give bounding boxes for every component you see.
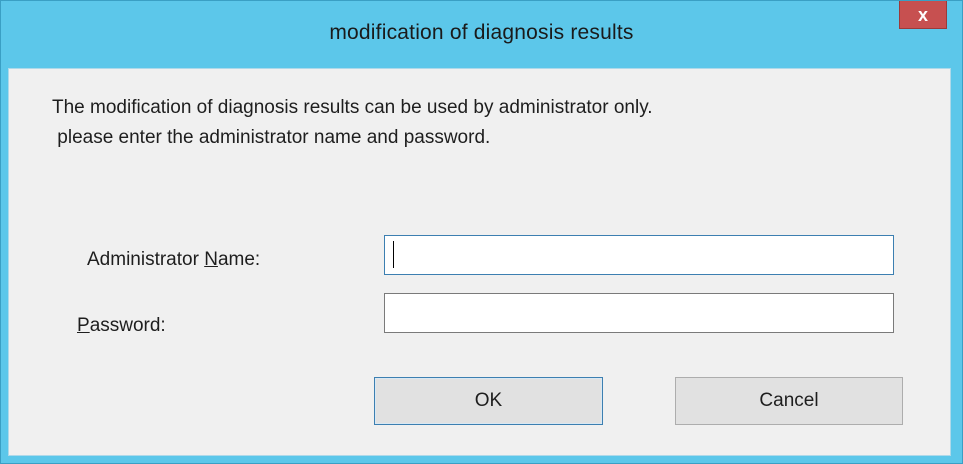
password-label-suffix: assword: — [89, 315, 166, 336]
close-icon: x — [917, 4, 928, 25]
password-label-mnemonic: P — [77, 315, 90, 336]
cancel-button[interactable]: Cancel — [675, 377, 903, 425]
administrator-name-input[interactable] — [384, 235, 894, 275]
password-label: Password: — [77, 315, 166, 337]
administrator-name-label-prefix: Administrator — [87, 249, 205, 270]
title-bar[interactable]: modification of diagnosis results x — [1, 1, 962, 44]
administrator-name-label-suffix: ame: — [217, 249, 261, 270]
close-button[interactable]: x — [899, 1, 947, 29]
administrator-name-label: Administrator Name: — [87, 249, 260, 271]
administrator-name-label-mnemonic: N — [204, 249, 218, 270]
password-input[interactable] — [384, 293, 894, 333]
dialog-title: modification of diagnosis results — [329, 21, 634, 44]
ok-button[interactable]: OK — [374, 377, 603, 425]
text-caret — [393, 241, 394, 268]
message-line-1: The modification of diagnosis results ca… — [52, 97, 653, 118]
message-line-2: please enter the administrator name and … — [52, 127, 491, 148]
